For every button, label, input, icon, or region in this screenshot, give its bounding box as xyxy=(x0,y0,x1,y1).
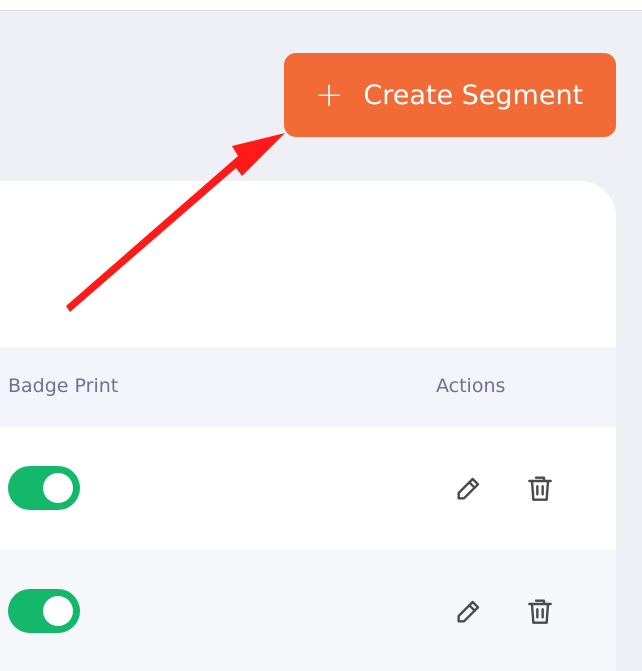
table-header: Badge Print Actions xyxy=(0,347,616,427)
badge-print-toggle[interactable] xyxy=(8,466,80,510)
segments-card: Badge Print Actions xyxy=(0,181,616,671)
plus-icon: + xyxy=(314,75,344,115)
create-segment-label: Create Segment xyxy=(363,79,584,111)
toggle-knob xyxy=(43,596,73,626)
table-row xyxy=(0,550,616,671)
edit-icon[interactable] xyxy=(452,595,484,629)
table-row xyxy=(0,427,616,550)
top-bar xyxy=(0,0,642,11)
badge-print-toggle[interactable] xyxy=(8,589,80,633)
create-segment-button[interactable]: + Create Segment xyxy=(284,53,616,137)
edit-icon[interactable] xyxy=(452,472,484,506)
column-header-actions: Actions xyxy=(436,375,506,397)
delete-icon[interactable] xyxy=(524,472,556,506)
toggle-knob xyxy=(43,473,73,503)
delete-icon[interactable] xyxy=(524,595,556,629)
column-header-badge-print: Badge Print xyxy=(8,375,119,397)
